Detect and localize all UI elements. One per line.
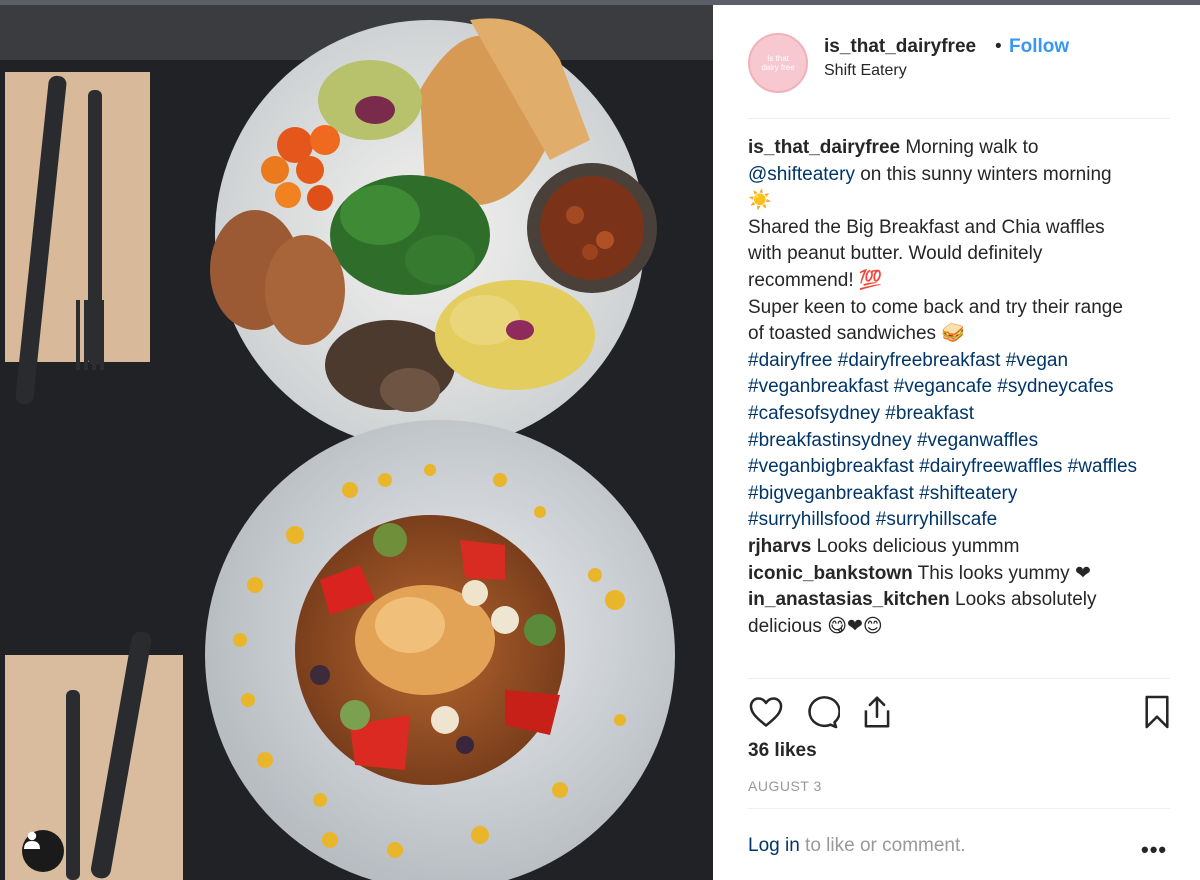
comments-section: is_that_dairyfree Morning walk to @shift… [748,135,1178,640]
header-divider [748,118,1170,119]
likes-count[interactable]: 36 likes [748,740,817,762]
bookmark-icon [1145,695,1169,729]
post-photo[interactable] [0,0,713,880]
hashtag-line[interactable]: #dairyfree #dairyfreebreakfast #vegan [748,348,1178,375]
separator-dot: • [995,36,1002,57]
actions-divider [748,678,1170,679]
share-icon [864,696,890,728]
caption-line: @shifteatery on this sunny winters morni… [748,162,1178,189]
caption-text: on this sunny winters morning [854,163,1112,185]
caption-line: of toasted sandwiches 🥪 [748,323,965,345]
comment-item: in_anastasias_kitchen Looks absolutely [748,587,1178,614]
comment-username[interactable]: iconic_bankstown [748,563,913,584]
post-date: AUGUST 3 [748,778,822,794]
caption-line: recommend! 💯 [748,269,883,291]
comment-bubble-icon [808,696,841,729]
mention-link[interactable]: @shifteatery [748,164,855,185]
post-header: Is that dairy free is_that_dairyfree • F… [713,5,1200,117]
login-prompt: Log in to like or comment. [748,835,966,857]
like-button[interactable] [747,693,787,733]
post-details-panel: Is that dairy free is_that_dairyfree • F… [713,5,1200,880]
hashtag-line[interactable]: #veganbigbreakfast #dairyfreewaffles #wa… [748,454,1178,481]
post-username[interactable]: is_that_dairyfree [824,36,976,58]
hashtag-line[interactable]: #cafesofsydney #breakfast [748,401,1178,428]
comment-button[interactable] [802,693,842,733]
breakfast-photo-illustration [0,0,713,880]
comment-username[interactable]: in_anastasias_kitchen [748,589,950,610]
follow-button[interactable]: Follow [1009,36,1069,58]
user-tag-button[interactable] [22,830,64,872]
login-suffix: to like or comment. [799,835,966,856]
caption-line: Super keen to come back and try their ra… [748,296,1123,318]
hashtag-line[interactable]: #surryhillsfood #surryhillscafe [748,507,1178,534]
caption-line: ☀️ [748,190,772,212]
comment-item: rjharvs Looks delicious yummm [748,534,1178,561]
caption-line: is_that_dairyfree Morning walk to [748,135,1178,162]
hashtag-line[interactable]: #bigveganbreakfast #shifteatery [748,481,1178,508]
comment-item: iconic_bankstown This looks yummy ❤ [748,561,1178,588]
avatar-logo-text: Is that dairy free [761,54,795,72]
comment-text-continued: delicious 😋❤😊 [748,615,883,637]
more-options-button[interactable]: ••• [1141,837,1167,863]
comment-text: This looks yummy ❤ [912,562,1091,584]
comment-text: Looks delicious yummm [811,535,1020,557]
comment-text: Looks absolutely [949,589,1097,611]
caption-line: with peanut butter. Would definitely [748,243,1043,265]
heart-icon [749,697,783,727]
login-link[interactable]: Log in [748,835,800,856]
location-link[interactable]: Shift Eatery [824,62,907,80]
caption-line: Shared the Big Breakfast and Chia waffle… [748,216,1105,238]
fork-bottom [66,690,80,880]
hashtag-line[interactable]: #breakfastinsydney #veganwaffles [748,428,1178,455]
share-button[interactable] [858,693,898,733]
comment-username[interactable]: rjharvs [748,536,811,557]
avatar[interactable]: Is that dairy free [748,33,808,93]
hashtag-line[interactable]: #veganbreakfast #vegancafe #sydneycafes [748,374,1178,401]
caption-username[interactable]: is_that_dairyfree [748,137,900,158]
caption-text: Morning walk to [900,137,1039,158]
footer-divider [748,808,1170,809]
user-icon [24,831,40,849]
action-bar [745,693,1175,733]
save-button[interactable] [1138,693,1178,733]
